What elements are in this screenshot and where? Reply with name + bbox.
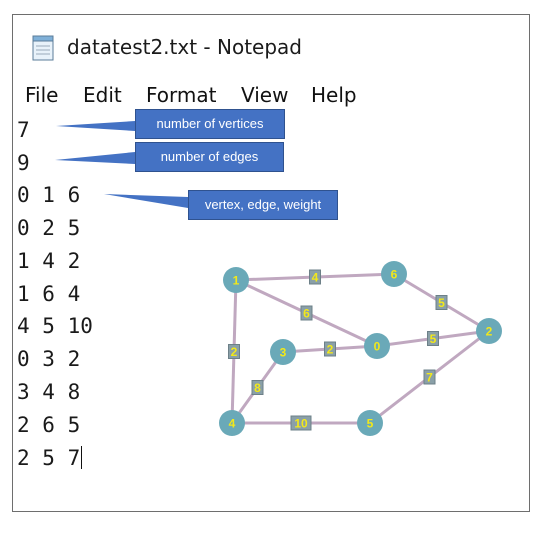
- edge-weight-label: 7: [426, 371, 433, 385]
- edge-weight-label: 4: [312, 271, 319, 285]
- graph-node-label: 1: [233, 274, 240, 288]
- edge-weight-label: 6: [303, 307, 310, 321]
- graph-node-label: 6: [391, 268, 398, 282]
- edge-weight-label: 2: [327, 343, 334, 357]
- graph-node-label: 3: [280, 346, 287, 360]
- edge-weight-label: 2: [231, 345, 238, 359]
- graph-node-label: 5: [367, 417, 374, 431]
- graph-diagram: 6 5 2 4 10 2 8 5 7 0 1 2 3 4 5 6: [219, 261, 502, 436]
- edge-weight-label: 5: [438, 296, 445, 310]
- graph-node-label: 2: [486, 325, 493, 339]
- graph-node-label: 0: [374, 340, 381, 354]
- edge-weight-label: 10: [294, 417, 308, 431]
- edge-weight-label: 5: [430, 332, 437, 346]
- graph-node-label: 4: [229, 417, 236, 431]
- edge-weight-label: 8: [254, 381, 261, 395]
